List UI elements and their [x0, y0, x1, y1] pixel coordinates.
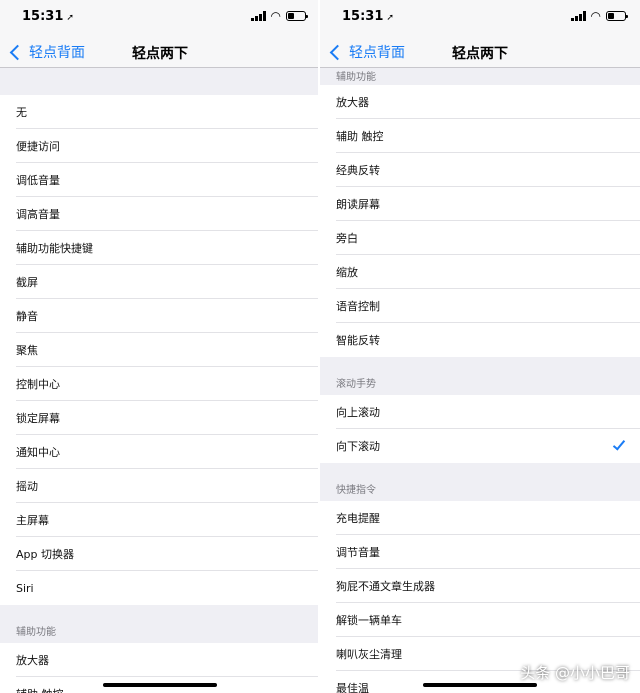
battery-icon — [286, 11, 308, 21]
watermark: 头条 @小小巴哥 — [520, 664, 630, 682]
list-item-label: 朗读屏幕 — [336, 198, 380, 211]
list-item-label: 充电提醒 — [336, 512, 380, 525]
checkmark-icon — [612, 437, 626, 451]
list-item[interactable]: 调低音量 — [0, 163, 320, 197]
left-screen: 15:31 ➚ ◠ 轻点背面 轻点两下 无便捷访问调低音量调高音量辅助功能快捷键截… — [0, 0, 320, 693]
list-item-label: 通知中心 — [16, 446, 60, 459]
list-item-label: 摇动 — [16, 480, 38, 493]
list-item-label: 辅助 触控 — [16, 686, 64, 693]
page-title: 轻点两下 — [132, 46, 188, 62]
list-item[interactable]: 静音 — [0, 299, 320, 333]
list-item[interactable]: 向下滚动 — [320, 429, 640, 463]
status-bar: 15:31 ➚ ◠ — [320, 0, 640, 34]
page-title: 轻点两下 — [452, 46, 508, 62]
list-item[interactable]: 向上滚动 — [320, 395, 640, 429]
top-spacer — [0, 68, 320, 95]
list-item-label: 向下滚动 — [336, 440, 380, 453]
list-item-label: App 切换器 — [16, 548, 74, 561]
list-item-label: 调节音量 — [336, 546, 380, 559]
list-item-label: 缩放 — [336, 266, 358, 279]
list-item[interactable]: 旁白 — [320, 221, 640, 255]
section-header-accessibility: 辅助功能 — [0, 605, 320, 643]
list-item[interactable]: 聚焦 — [0, 333, 320, 367]
right-screen: 15:31 ➚ ◠ 轻点背面 轻点两下 辅助功能 放大器辅助 触控经典反转朗读屏幕… — [320, 0, 640, 693]
list-item-label: 辅助 触控 — [336, 130, 384, 143]
wifi-icon: ◠ — [270, 9, 281, 23]
list-item-label: 智能反转 — [336, 334, 380, 347]
cellular-signal-icon — [570, 11, 586, 21]
list-item-label: 最佳温 — [336, 682, 369, 693]
list-item-label: 经典反转 — [336, 164, 380, 177]
list-item-label: 无 — [16, 106, 27, 119]
list-item-label: 静音 — [16, 310, 38, 323]
list-item[interactable]: 辅助 触控 — [320, 119, 640, 153]
list-item-label: 向上滚动 — [336, 406, 380, 419]
list-item[interactable]: 锁定屏幕 — [0, 401, 320, 435]
list-item-label: 锁定屏幕 — [16, 412, 60, 425]
status-time: 15:31 ➚ — [22, 9, 74, 24]
list-item[interactable]: 主屏幕 — [0, 503, 320, 537]
list-item-label: 调低音量 — [16, 174, 60, 187]
list-item[interactable]: 解锁一辆单车 — [320, 603, 640, 637]
list-item[interactable]: Siri — [0, 571, 320, 605]
list-item-label: 喇叭灰尘清理 — [336, 648, 402, 661]
list-item[interactable]: 摇动 — [0, 469, 320, 503]
list-item[interactable]: 朗读屏幕 — [320, 187, 640, 221]
list-item-label: Siri — [16, 581, 34, 595]
list-item[interactable]: 调高音量 — [0, 197, 320, 231]
list-item-label: 解锁一辆单车 — [336, 614, 402, 627]
home-indicator[interactable] — [103, 683, 217, 687]
location-icon: ➚ — [386, 13, 394, 23]
action-list: 无便捷访问调低音量调高音量辅助功能快捷键 截屏静音聚焦控制中心锁定屏幕通知中心摇动… — [0, 95, 320, 605]
accessibility-list: 放大器辅助 触控经典反转朗读屏幕旁白缩放语音控制智能反转 — [320, 85, 640, 357]
list-item[interactable]: 控制中心 — [0, 367, 320, 401]
list-item[interactable]: 便捷访问 — [0, 129, 320, 163]
status-bar: 15:31 ➚ ◠ — [0, 0, 320, 34]
cellular-signal-icon — [250, 11, 266, 21]
list-item[interactable]: 经典反转 — [320, 153, 640, 187]
list-item-label: 狗屁不通文章生成器 — [336, 580, 435, 593]
list-item[interactable]: 语音控制 — [320, 289, 640, 323]
home-indicator[interactable] — [423, 683, 537, 687]
wifi-icon: ◠ — [590, 9, 601, 23]
section-header-accessibility: 辅助功能 — [320, 68, 640, 85]
list-item-label: 辅助功能快捷键 — [16, 242, 93, 255]
location-icon: ➚ — [66, 13, 74, 23]
list-item-label: 聚焦 — [16, 344, 38, 357]
list-item[interactable]: 截屏 — [0, 265, 320, 299]
list-item[interactable]: 放大器 — [0, 643, 320, 677]
status-time: 15:31 ➚ — [342, 9, 394, 24]
navigation-bar: 轻点背面 轻点两下 — [0, 34, 320, 68]
list-item-label: 控制中心 — [16, 378, 60, 391]
list-item[interactable]: 调节音量 — [320, 535, 640, 569]
list-item[interactable]: App 切换器 — [0, 537, 320, 571]
list-item[interactable]: 狗屁不通文章生成器 — [320, 569, 640, 603]
list-item[interactable]: 充电提醒 — [320, 501, 640, 535]
list-item-label: 截屏 — [16, 276, 38, 289]
list-item[interactable]: 通知中心 — [0, 435, 320, 469]
section-header-shortcuts: 快捷指令 — [320, 463, 640, 501]
list-item-label: 放大器 — [16, 654, 49, 667]
list-item[interactable]: 缩放 — [320, 255, 640, 289]
navigation-bar: 轻点背面 轻点两下 — [320, 34, 640, 68]
list-item-label: 旁白 — [336, 232, 358, 245]
list-item-label: 放大器 — [336, 96, 369, 109]
list-item[interactable]: 智能反转 — [320, 323, 640, 357]
list-item-label: 便捷访问 — [16, 140, 60, 153]
battery-icon — [606, 11, 628, 21]
list-item[interactable]: 无 — [0, 95, 320, 129]
section-header-scroll-gestures: 滚动手势 — [320, 357, 640, 395]
list-item-label: 语音控制 — [336, 300, 380, 313]
list-item[interactable]: 放大器 — [320, 85, 640, 119]
scroll-gesture-list: 向上滚动 向下滚动 — [320, 395, 640, 463]
list-item-label: 主屏幕 — [16, 514, 49, 527]
list-item[interactable]: 辅助功能快捷键 — [0, 231, 320, 265]
list-item-label: 调高音量 — [16, 208, 60, 221]
